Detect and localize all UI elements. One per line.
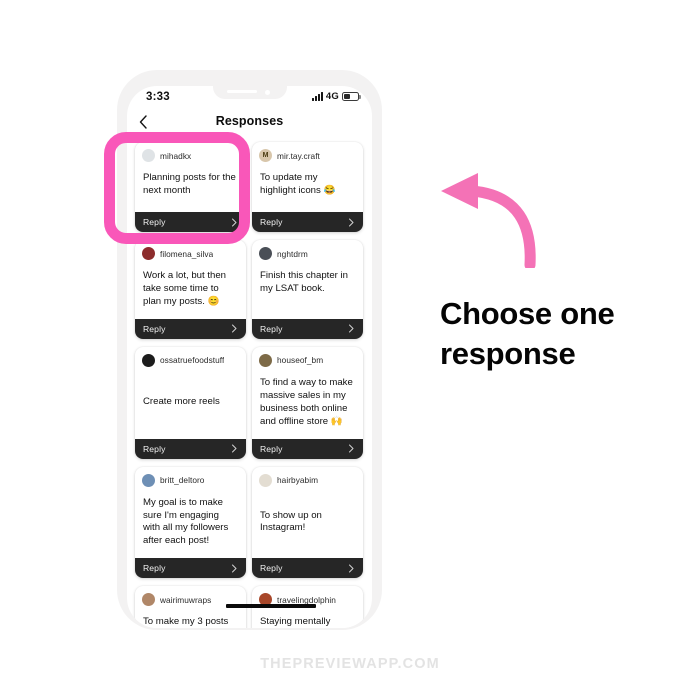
reply-button[interactable]: Reply [252,438,363,459]
chevron-right-icon [232,324,237,333]
redaction-bar [226,604,316,608]
battery-fill [344,94,350,99]
avatar-initial [142,354,155,367]
status-indicators: 4G [311,91,361,102]
username-label: wairimuwraps [160,594,212,605]
username-label: hairbyabim [277,475,319,486]
reply-label: Reply [260,563,283,574]
card-header: M mir.tay.craft [252,142,363,165]
response-card[interactable]: nghtdrm Finish this chapter in my LSAT b… [252,240,363,339]
avatar [259,473,272,487]
reply-button[interactable]: Reply [252,212,363,232]
response-card[interactable]: hairbyabim To show up on Instagram! Repl… [252,466,363,579]
response-text: To find a way to make massive sales in m… [260,376,353,427]
chevron-right-icon [349,444,354,453]
response-text: Staying mentally [260,616,331,628]
avatar-initial [259,354,272,367]
signal-bars-icon [311,92,323,101]
reply-button[interactable]: Reply [135,212,246,232]
response-text: Finish this chapter in my LSAT book. [260,270,348,294]
network-type-label: 4G [325,91,339,102]
card-header: hairbyabim [252,467,363,490]
callout-line-1: Choose one [440,296,615,331]
reply-label: Reply [260,323,283,334]
response-card[interactable]: filomena_silva Work a lot, but then take… [135,240,246,339]
avatar-initial [142,247,155,260]
responses-grid: mihadkx Planning posts for the next mont… [135,142,364,628]
card-header: filomena_silva [135,240,246,263]
watermark: THEPREVIEWAPP.COM [260,656,440,672]
reply-button[interactable]: Reply [252,318,363,339]
username-label: mihadkx [160,150,192,161]
avatar [142,473,155,487]
chevron-right-icon [232,564,237,573]
reply-label: Reply [260,217,283,227]
status-time: 3:33 [146,91,170,103]
notch-speaker [227,90,257,93]
reply-button[interactable]: Reply [135,558,246,579]
avatar [142,149,155,162]
callout-line-2: response [440,335,576,371]
username-label: nghtdrm [277,248,308,259]
response-card[interactable]: britt_deltoro My goal is to make sure I'… [135,466,246,579]
username-label: britt_deltoro [160,475,205,486]
response-text: My goal is to make sure I'm engaging wit… [143,496,229,547]
chevron-right-icon [349,218,354,226]
response-text: Work a lot, but then take some time to p… [143,270,227,307]
username-label: ossatruefoodstuff [160,355,225,366]
username-label: mir.tay.craft [277,150,320,161]
avatar [259,247,272,260]
card-header: mihadkx [135,142,246,165]
card-header: ossatruefoodstuff [135,347,246,370]
avatar [142,247,155,260]
response-card[interactable]: M mir.tay.craft To update my highlight i… [252,142,363,232]
avatar-initial [259,247,272,260]
avatar-initial: M [262,152,269,159]
card-header: nghtdrm [252,240,363,263]
card-header: houseof_bm [252,347,363,370]
reply-button[interactable]: Reply [252,558,363,579]
reply-label: Reply [260,443,283,454]
username-label: filomena_silva [160,248,214,259]
reply-button[interactable]: Reply [135,438,246,459]
response-card[interactable]: mihadkx Planning posts for the next mont… [135,142,246,232]
avatar [259,353,272,367]
status-bar: 3:33 4G [127,86,372,112]
reply-label: Reply [143,323,166,334]
page-title: Responses [215,114,284,128]
phone-notch [213,86,287,99]
chevron-right-icon [232,444,237,453]
avatar-initial [142,474,155,487]
avatar: M [259,149,272,162]
avatar [142,353,155,367]
avatar-initial [142,149,155,162]
response-card[interactable]: houseof_bm To find a way to make massive… [252,346,363,459]
reply-label: Reply [143,443,166,454]
nav-header: Responses [127,112,372,138]
chevron-right-icon [349,564,354,573]
response-text: To update my highlight icons 😂 [260,172,336,196]
reply-label: Reply [143,217,166,227]
chevron-right-icon [232,218,237,226]
chevron-right-icon [349,324,354,333]
notch-camera-icon [265,89,270,95]
reply-button[interactable]: Reply [135,318,246,339]
callout-text: Choose one response [440,294,680,373]
response-card[interactable]: ossatruefoodstuff Create more reels Repl… [135,346,246,459]
response-text: Create more reels [143,396,220,408]
battery-icon [342,92,361,101]
avatar-initial [142,593,155,606]
response-text: To make my 3 posts per week. I'm making [143,616,229,628]
username-label: houseof_bm [277,355,324,366]
response-text: Planning posts for the next month [143,172,236,196]
reply-label: Reply [143,563,166,574]
avatar-initial [259,474,272,487]
response-text: To show up on Instagram! [260,509,322,534]
card-header: britt_deltoro [135,467,246,490]
avatar [142,593,155,607]
phone-screen: 3:33 4G Responses mihadkx Planning posts… [127,86,372,628]
curved-arrow-left-icon [434,168,544,271]
